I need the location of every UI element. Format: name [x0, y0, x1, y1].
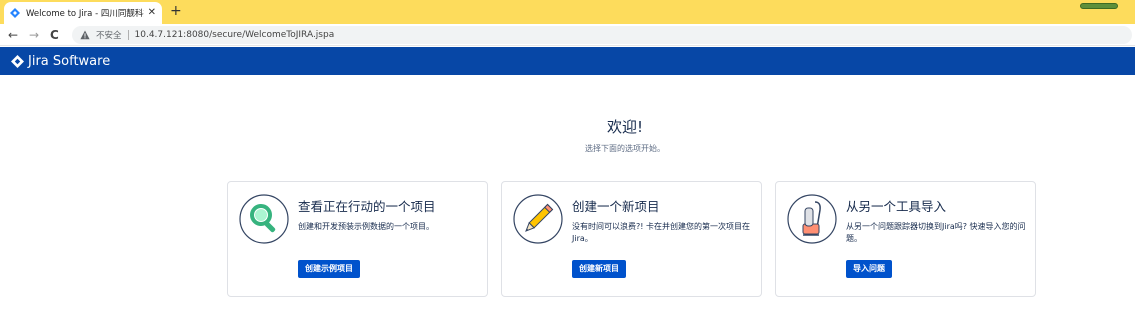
- magnifier-icon: [239, 194, 289, 244]
- card-new-project: 创建一个新项目 没有时间可以浪费?! 卡在并创建您的第一次项目在 Jira。 创…: [501, 181, 762, 297]
- browser-tabstrip: Welcome to Jira - 四川同靓科技 ✕ +: [0, 0, 1135, 24]
- address-bar[interactable]: 不安全 10.4.7.121:8080/secure/WelcomeToJIRA…: [72, 26, 1132, 44]
- card-import: 从另一个工具导入 从另一个问题跟踪器切换到Jira吗? 快速导入您的问题。 导入…: [775, 181, 1036, 297]
- jira-logo-icon[interactable]: [11, 54, 24, 68]
- warning-icon: [80, 30, 90, 40]
- back-button[interactable]: ←: [8, 28, 18, 42]
- card-title: 查看正在行动的一个项目: [298, 199, 436, 214]
- new-tab-button[interactable]: +: [170, 3, 182, 19]
- url-text[interactable]: 10.4.7.121:8080/secure/WelcomeToJIRA.jsp…: [135, 30, 335, 40]
- pencil-icon: [513, 194, 563, 244]
- browser-tab[interactable]: Welcome to Jira - 四川同靓科技 ✕: [4, 2, 162, 24]
- jira-favicon-icon: [10, 8, 20, 18]
- welcome-subtitle: 选择下面的选项开始。: [585, 144, 665, 153]
- card-title: 创建一个新项目: [572, 199, 660, 214]
- welcome-title: 欢迎!: [606, 118, 643, 136]
- tab-close-icon[interactable]: ✕: [148, 8, 156, 18]
- card-description: 创建和开发预装示例数据的一个项目。: [298, 222, 434, 231]
- browser-toolbar: ← → C 不安全 10.4.7.121:8080/secure/Welcome…: [0, 24, 1135, 46]
- create-new-project-button[interactable]: 创建新项目: [572, 260, 626, 278]
- security-label[interactable]: 不安全: [96, 29, 122, 41]
- create-sample-project-button[interactable]: 创建示例项目: [298, 260, 360, 278]
- card-description: 从另一个问题跟踪器切换到Jira吗? 快速导入您的问题。: [846, 222, 1026, 243]
- reload-button[interactable]: C: [50, 28, 59, 42]
- address-separator: [127, 30, 129, 40]
- tab-title: Welcome to Jira - 四川同靓科技: [26, 9, 144, 19]
- card-description: 没有时间可以浪费?! 卡在并创建您的第一次项目在 Jira。: [572, 222, 750, 243]
- jira-header: Jira Software: [0, 47, 1135, 75]
- card-sample-project: 查看正在行动的一个项目 创建和开发预装示例数据的一个项目。 创建示例项目: [227, 181, 488, 297]
- import-issues-button[interactable]: 导入问题: [846, 260, 892, 278]
- profile-indicator[interactable]: [1080, 3, 1118, 9]
- forward-button[interactable]: →: [29, 28, 39, 42]
- jira-logo-text[interactable]: Jira Software: [28, 54, 110, 69]
- vacuum-icon: [787, 194, 837, 244]
- card-title: 从另一个工具导入: [846, 199, 947, 214]
